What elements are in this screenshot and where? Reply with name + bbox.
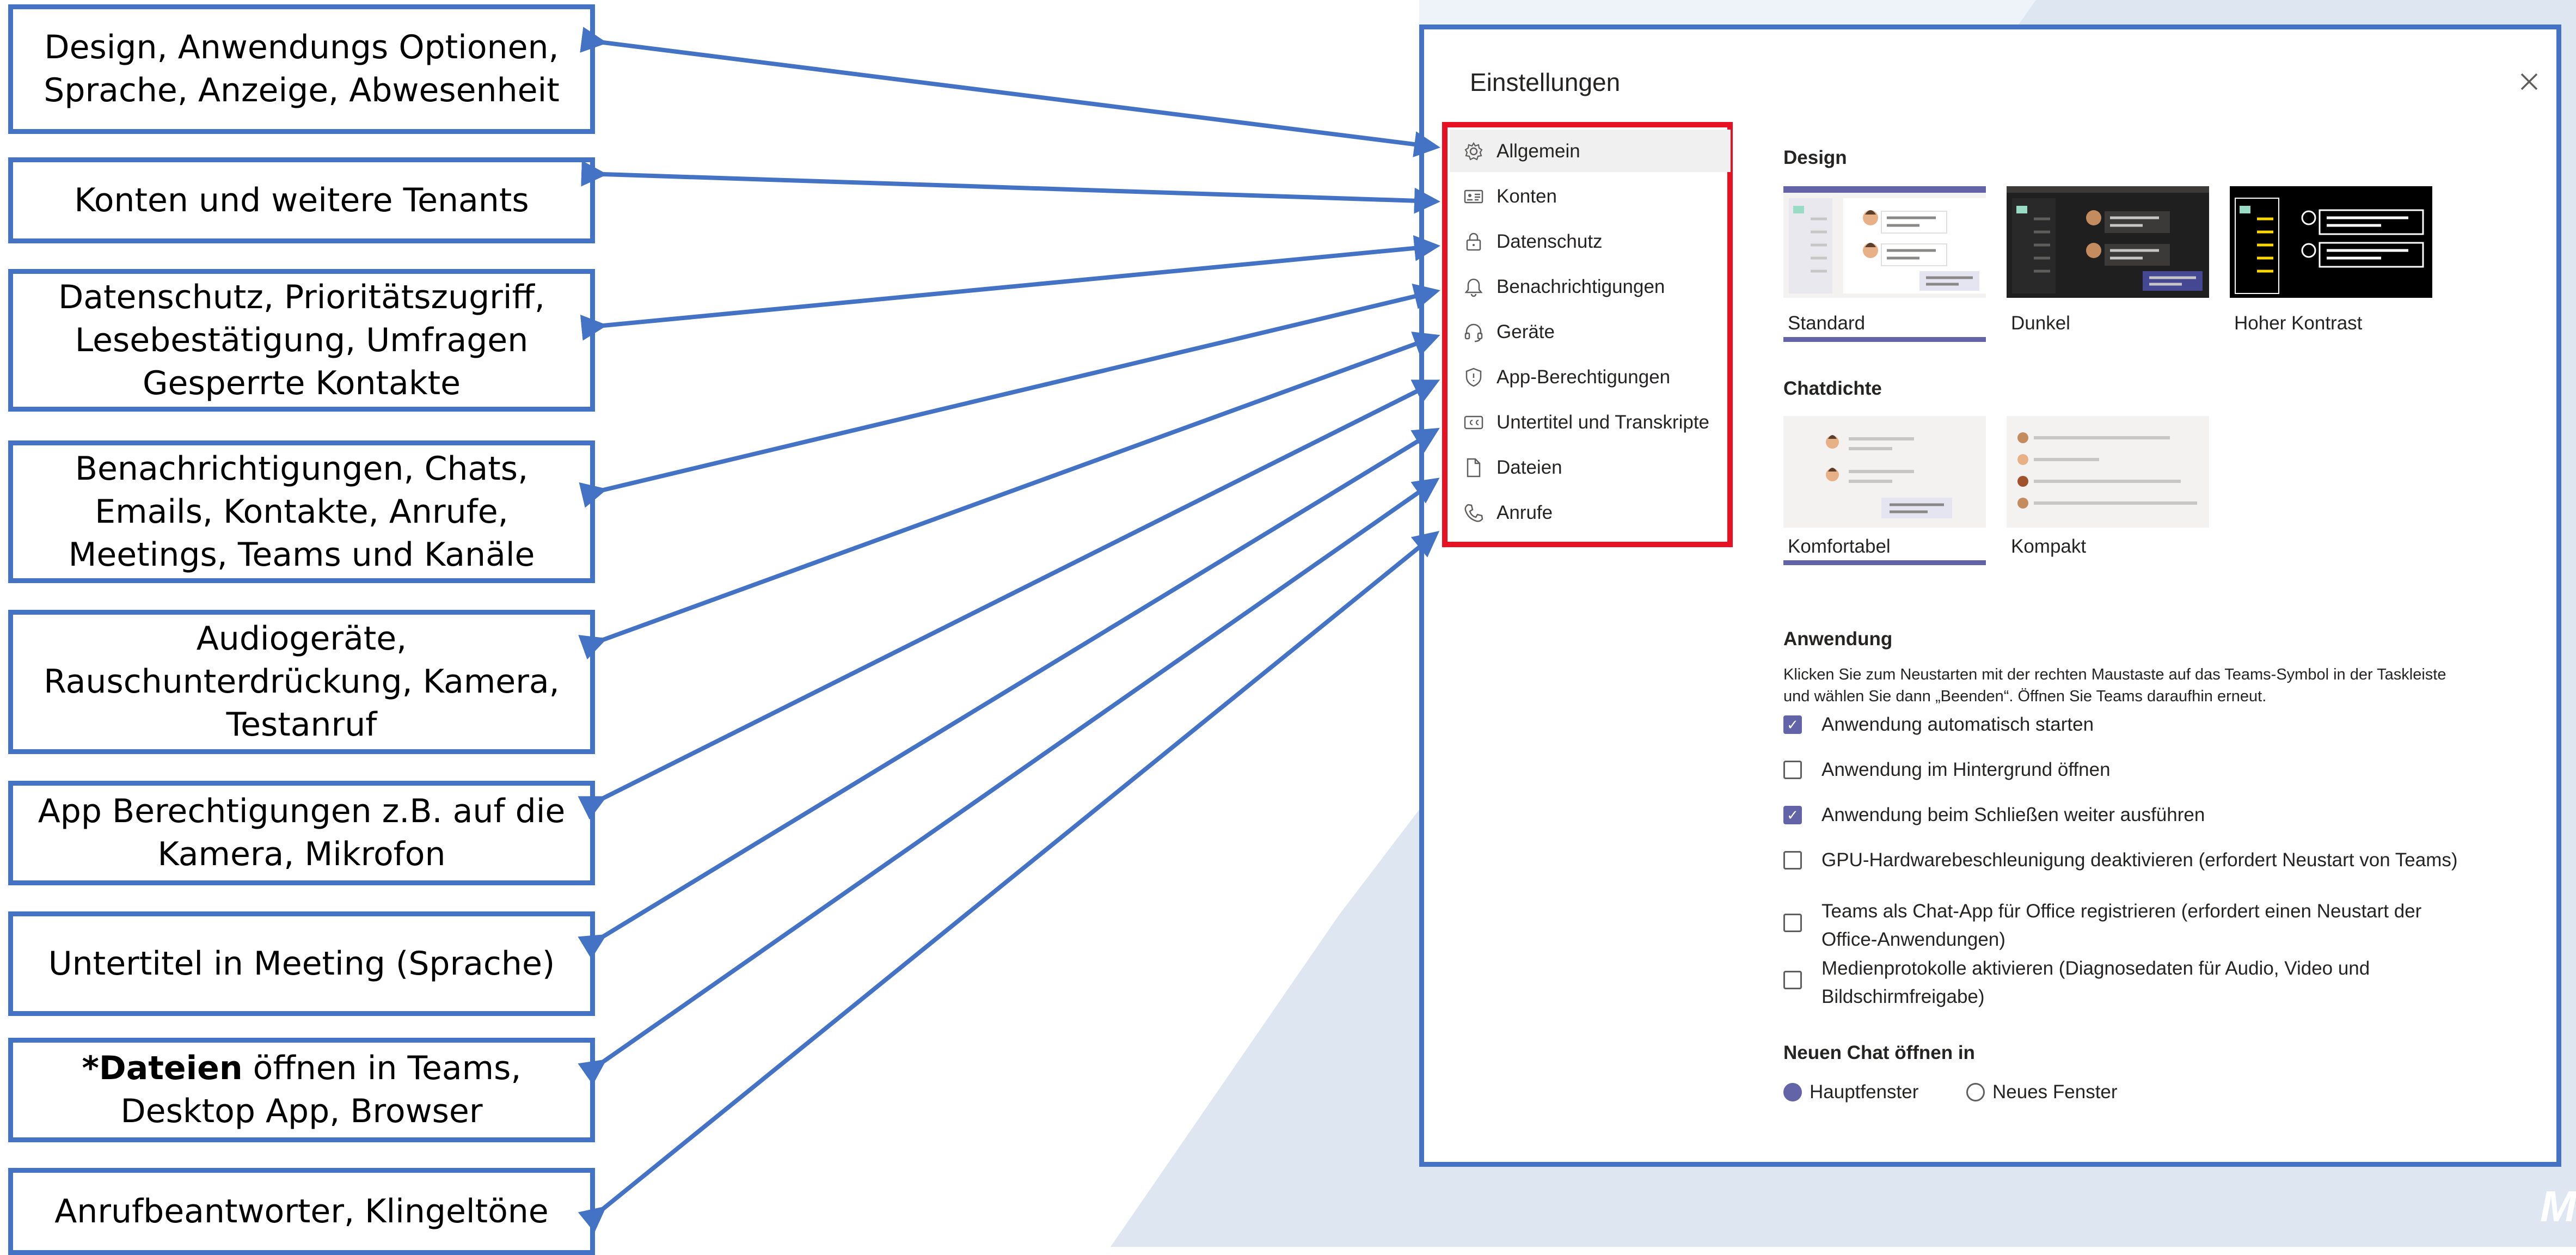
density-label: Komfortabel	[1788, 536, 1891, 557]
density-kompakt-thumbnail[interactable]	[2007, 416, 2209, 528]
settings-content: Design Standard Dunkel Hoher Kontrast Ch…	[1783, 29, 2556, 1162]
nav-label: Geräte	[1496, 321, 1555, 342]
radio-label: Neues Fenster	[1992, 1081, 2118, 1103]
design-heading: Design	[1783, 147, 1847, 168]
callout-app-berechtigungen: App Berechtigungen z.B. auf die Kamera, M…	[8, 781, 595, 885]
application-heading: Anwendung	[1783, 628, 1893, 650]
nav-label: Dateien	[1496, 457, 1562, 478]
option-gpu[interactable]: GPU-Hardwarebeschleunigung deaktivieren …	[1783, 846, 2458, 874]
settings-dialog: Einstellungen Allgemein Konten Datenschu…	[1419, 25, 2561, 1167]
checkbox-checked[interactable]: ✓	[1783, 715, 1802, 734]
shield-icon	[1465, 368, 1482, 387]
nav-item-app-berechtigungen[interactable]: App-Berechtigungen	[1463, 358, 1670, 397]
callout-geraete: Audiogeräte, Rauschunterdrückung, Kamera,…	[8, 610, 595, 754]
checkbox[interactable]	[1783, 914, 1802, 932]
theme-label: Dunkel	[2011, 313, 2070, 334]
radio-neues-fenster[interactable]: Neues Fenster	[1966, 1081, 2118, 1103]
theme-selected-underline	[1783, 337, 1986, 342]
density-heading: Chatdichte	[1783, 378, 1882, 399]
settings-nav: Allgemein Konten Datenschutz Benachricht…	[1442, 122, 1733, 547]
checkbox-checked[interactable]: ✓	[1783, 806, 1802, 824]
nav-item-allgemein[interactable]: Allgemein	[1463, 132, 1580, 171]
checkbox[interactable]	[1783, 851, 1802, 870]
nav-item-konten[interactable]: Konten	[1463, 177, 1557, 216]
density-komfortabel-thumbnail[interactable]	[1783, 416, 1986, 528]
callout-konten: Konten und weitere Tenants	[8, 157, 595, 243]
radio-unselected[interactable]	[1966, 1083, 1985, 1101]
nav-label: Datenschutz	[1496, 231, 1603, 252]
option-chat-app[interactable]: Teams als Chat-App für Office registrier…	[1783, 897, 2421, 954]
dialog-title: Einstellungen	[1470, 68, 1621, 96]
theme-standard-thumbnail[interactable]	[1783, 186, 1986, 298]
density-label: Kompakt	[2011, 536, 2087, 557]
checkbox[interactable]	[1783, 971, 1802, 989]
nav-item-datenschutz[interactable]: Datenschutz	[1463, 222, 1603, 261]
theme-dunkel-thumbnail[interactable]	[2007, 186, 2209, 298]
bell-icon	[1464, 278, 1483, 297]
nav-item-dateien[interactable]: Dateien	[1463, 448, 1562, 487]
nav-item-geraete[interactable]: Geräte	[1463, 313, 1555, 352]
nav-item-benachrichtigungen[interactable]: Benachrichtigungen	[1463, 267, 1665, 307]
nav-label: App-Berechtigungen	[1496, 366, 1671, 388]
radio-selected[interactable]	[1783, 1083, 1802, 1101]
nav-item-anrufe[interactable]: Anrufe	[1463, 493, 1553, 532]
nav-label: Benachrichtigungen	[1496, 276, 1665, 297]
headset-icon	[1464, 323, 1483, 342]
new-chat-heading: Neuen Chat öffnen in	[1783, 1042, 1975, 1063]
nav-item-untertitel[interactable]: Untertitel und Transkripte	[1463, 403, 1709, 442]
callout-allgemein: Design, Anwendungs Optionen, Sprache, Anz…	[8, 4, 595, 134]
callout-untertitel: Untertitel in Meeting (Sprache)	[8, 911, 595, 1016]
callout-dateien: *Dateien öffnen in Teams, Desktop App, Br…	[8, 1038, 595, 1142]
nav-label: Konten	[1496, 186, 1557, 207]
theme-hoher-kontrast-thumbnail[interactable]	[2230, 186, 2432, 298]
id-card-icon	[1464, 189, 1483, 204]
theme-label: Standard	[1788, 313, 1866, 334]
lock-icon	[1466, 232, 1481, 251]
callout-anrufe: Anrufbeantworter, Klingeltöne	[8, 1168, 595, 1255]
phone-icon	[1464, 504, 1483, 522]
option-keep-running[interactable]: ✓ Anwendung beim Schließen weiter ausfüh…	[1783, 801, 2205, 829]
application-description: Klicken Sie zum Neustarten mit der recht…	[1783, 666, 2446, 705]
cc-icon	[1464, 415, 1483, 430]
option-media-logs[interactable]: Medienprotokolle aktivieren (Diagnosedat…	[1783, 954, 2370, 1011]
density-selected-underline	[1783, 560, 1986, 565]
option-autostart[interactable]: ✓ Anwendung automatisch starten	[1783, 711, 2094, 739]
nav-label: Untertitel und Transkripte	[1496, 412, 1710, 433]
nav-label: Allgemein	[1496, 140, 1580, 162]
file-icon	[1467, 458, 1481, 477]
theme-label: Hoher Kontrast	[2234, 313, 2363, 334]
radio-label: Hauptfenster	[1810, 1081, 1919, 1103]
checkbox[interactable]	[1783, 761, 1802, 779]
gear-icon	[1464, 142, 1483, 161]
corner-logo-fragment: M	[2540, 1182, 2576, 1230]
nav-label: Anrufe	[1496, 502, 1553, 523]
option-background[interactable]: Anwendung im Hintergrund öffnen	[1783, 756, 2111, 784]
callout-benachrichtigungen: Benachrichtigungen, Chats, Emails, Kontak…	[8, 440, 595, 583]
radio-hauptfenster[interactable]: Hauptfenster	[1783, 1081, 1918, 1103]
callout-datenschutz: Datenschutz, Prioritätszugriff, Lesebestä…	[8, 269, 595, 412]
